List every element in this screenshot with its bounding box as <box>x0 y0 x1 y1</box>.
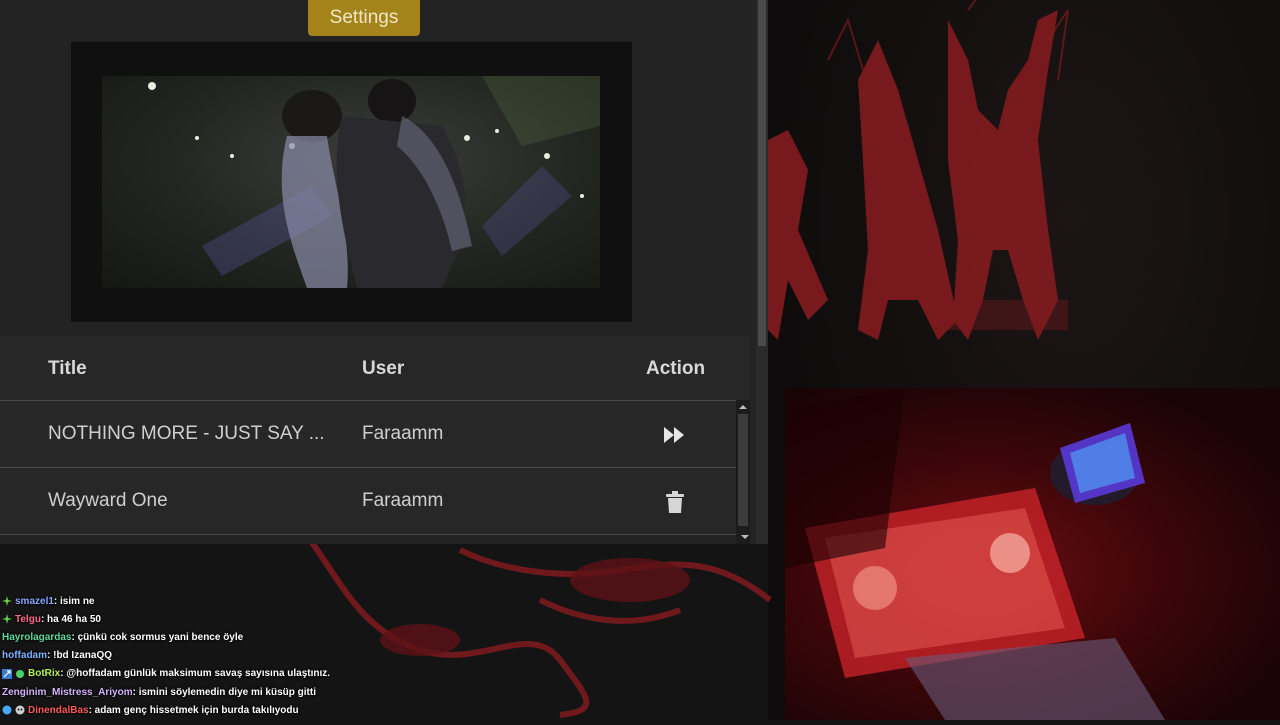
video-frame-image <box>102 76 600 288</box>
chat-username: Hayrolagardas <box>2 631 72 643</box>
row-title: NOTHING MORE - JUST SAY ... <box>48 423 325 444</box>
panel-scrollbar[interactable] <box>756 0 768 544</box>
green-plus-badge-icon <box>2 596 12 607</box>
chat-text: : !bd IzanaQQ <box>47 650 112 662</box>
column-user: User <box>362 358 405 379</box>
scrollbar-thumb[interactable] <box>738 414 748 526</box>
chat-username: Zenginim_Mistress_Ariyom <box>2 686 133 698</box>
panel-scrollbar-thumb[interactable] <box>758 0 766 346</box>
column-action: Action <box>646 358 706 379</box>
chat-text: : çünkü cok sormus yani bence öyle <box>71 631 244 643</box>
delete-button[interactable] <box>660 488 690 516</box>
table-scrollbar[interactable] <box>736 400 750 544</box>
song-request-panel: Settings Title User Action NOTHING MORE … <box>0 0 768 544</box>
video-player[interactable] <box>71 42 632 322</box>
trash-icon <box>666 491 684 513</box>
chat-message: hoffadam : !bd IzanaQQ <box>2 647 422 665</box>
green-plus-badge-icon <box>2 614 12 625</box>
chat-username: hoffadam <box>2 650 47 662</box>
chat-message: BotRix : @hoffadam günlük maksimum savaş… <box>2 665 422 683</box>
queue-table-header: Title User Action <box>0 336 750 401</box>
column-title: Title <box>48 358 87 379</box>
chat-username: BotRix <box>28 668 61 680</box>
chat-text: : adam genç hissetmek için burda takılıy… <box>88 704 299 716</box>
chat-username: DinendalBas <box>28 704 89 716</box>
chat-username: Telgu <box>15 613 41 625</box>
settings-button[interactable]: Settings <box>308 0 420 36</box>
chat-message: Hayrolagardas : çünkü cok sormus yani be… <box>2 628 422 646</box>
skip-button[interactable] <box>660 421 690 449</box>
row-user: Faraamm <box>362 423 444 444</box>
skull-badge-icon <box>15 705 25 715</box>
bot-badge-icon <box>2 668 12 679</box>
chat-username: smazel1 <box>15 595 54 607</box>
chat-message: Zenginim_Mistress_Ariyom : ismini söylem… <box>2 683 422 701</box>
blue-badge-icon <box>2 705 12 715</box>
chat-text: : ha 46 ha 50 <box>40 613 101 625</box>
table-row: NOTHING MORE - JUST SAY ... Faraamm <box>0 401 736 468</box>
table-row: Wayward One Faraamm <box>0 468 736 535</box>
chat-message: DinendalBas : adam genç hissetmek için b… <box>2 701 422 719</box>
chat-text: : @hoffadam günlük maksimum savaş sayısı… <box>60 668 331 680</box>
row-title: Wayward One <box>48 490 168 511</box>
green-dot-badge-icon <box>16 669 24 678</box>
stream-chat: smazel1 : isim ne Telgu : ha 46 ha 50 Ha… <box>2 592 422 719</box>
chat-message: Telgu : ha 46 ha 50 <box>2 610 422 628</box>
chat-message: smazel1 : isim ne <box>2 592 422 610</box>
scroll-up-icon[interactable] <box>738 402 748 412</box>
chat-text: : isim ne <box>53 595 95 607</box>
scroll-down-icon[interactable] <box>740 532 750 542</box>
fast-forward-icon <box>664 427 684 443</box>
webcam-feed <box>785 388 1280 720</box>
row-user: Faraamm <box>362 490 444 511</box>
chat-text: : ismini söylemedin diye mi küsüp gitti <box>132 686 316 698</box>
